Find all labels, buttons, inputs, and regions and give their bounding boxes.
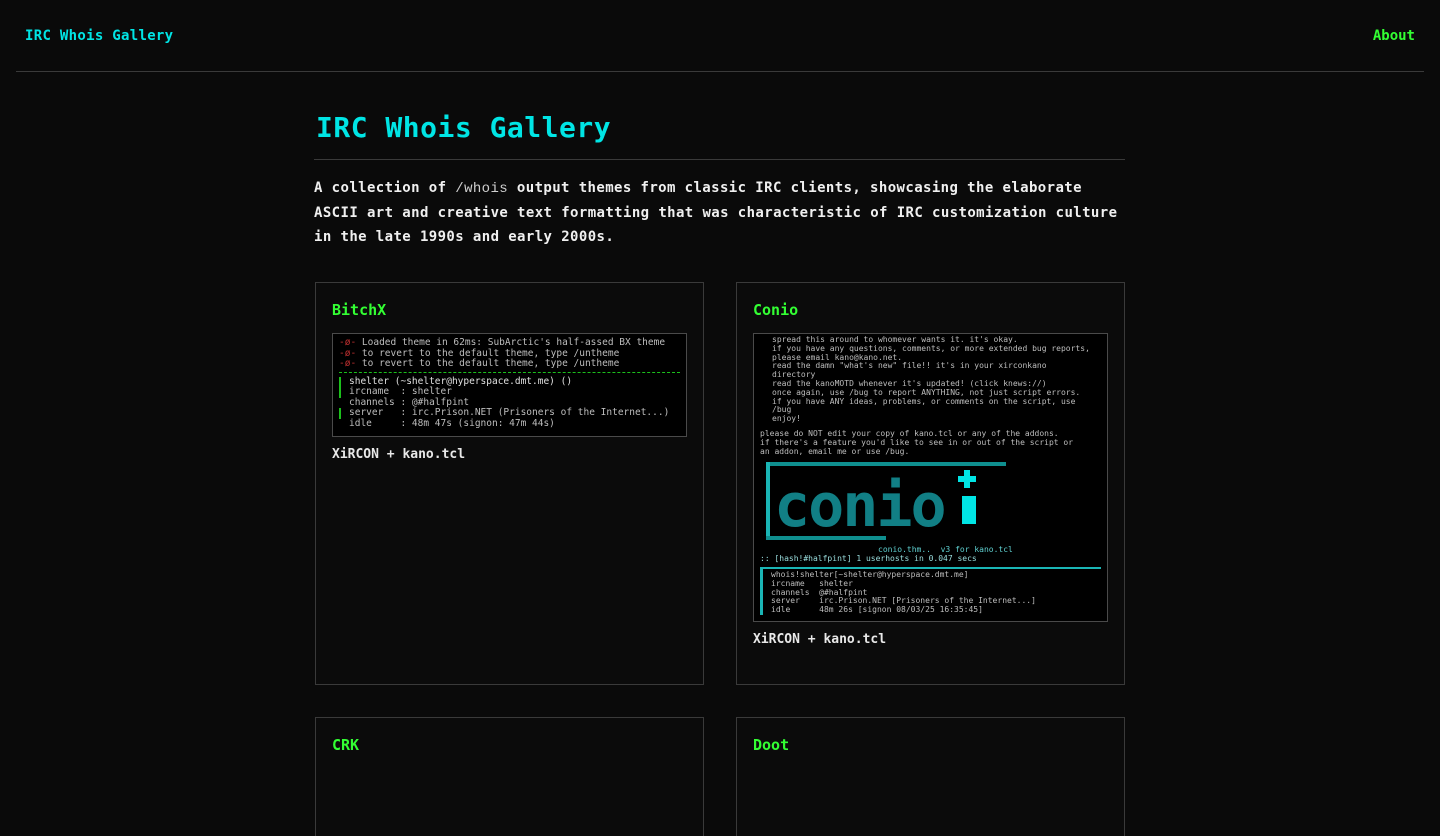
bx-prefix-icon: -ø- (339, 347, 357, 359)
theme-card-doot[interactable]: Doot (736, 717, 1125, 836)
top-nav: IRC Whois Gallery About (16, 0, 1424, 72)
theme-card-bitchx[interactable]: BitchX -ø- Loaded theme in 62ms: SubArct… (315, 282, 704, 685)
card-caption-bitchx: XiRCON + kano.tcl (332, 447, 466, 462)
card-title-crk[interactable]: CRK (332, 736, 359, 754)
card-title-bitchx[interactable]: BitchX (332, 301, 386, 319)
card-caption-conio: XiRCON + kano.tcl (753, 632, 887, 647)
bx-prefix-icon: -ø- (339, 358, 357, 369)
conio-logo-art: conio (766, 462, 1006, 541)
card-title-doot[interactable]: Doot (753, 736, 789, 754)
conio-logo: conio (766, 460, 1096, 544)
main-content: IRC Whois Gallery A collection of /whois… (314, 72, 1125, 836)
svg-text:conio: conio (774, 471, 945, 541)
bx-prefix-icon: -ø- (339, 337, 357, 348)
site-brand-link[interactable]: IRC Whois Gallery (25, 28, 173, 44)
intro-code: /whois (455, 181, 509, 197)
page-title: IRC Whois Gallery (316, 111, 612, 144)
about-link[interactable]: About (1373, 28, 1415, 44)
card-title-conio[interactable]: Conio (753, 301, 798, 319)
theme-card-crk[interactable]: CRK (315, 717, 704, 836)
conio-whois-box: whois!shelter[~shelter@hyperspace.dmt.me… (760, 566, 1101, 615)
theme-screenshot-bitchx[interactable]: -ø- Loaded theme in 62ms: SubArctic's ha… (332, 333, 687, 437)
intro-text: A collection of /whois output themes fro… (314, 180, 1118, 245)
theme-card-conio[interactable]: Conio spread this around to whomever wan… (736, 282, 1125, 685)
shot-separator (339, 371, 680, 376)
title-divider (314, 159, 1125, 160)
theme-screenshot-conio[interactable]: spread this around to whomever wants it.… (753, 333, 1108, 622)
